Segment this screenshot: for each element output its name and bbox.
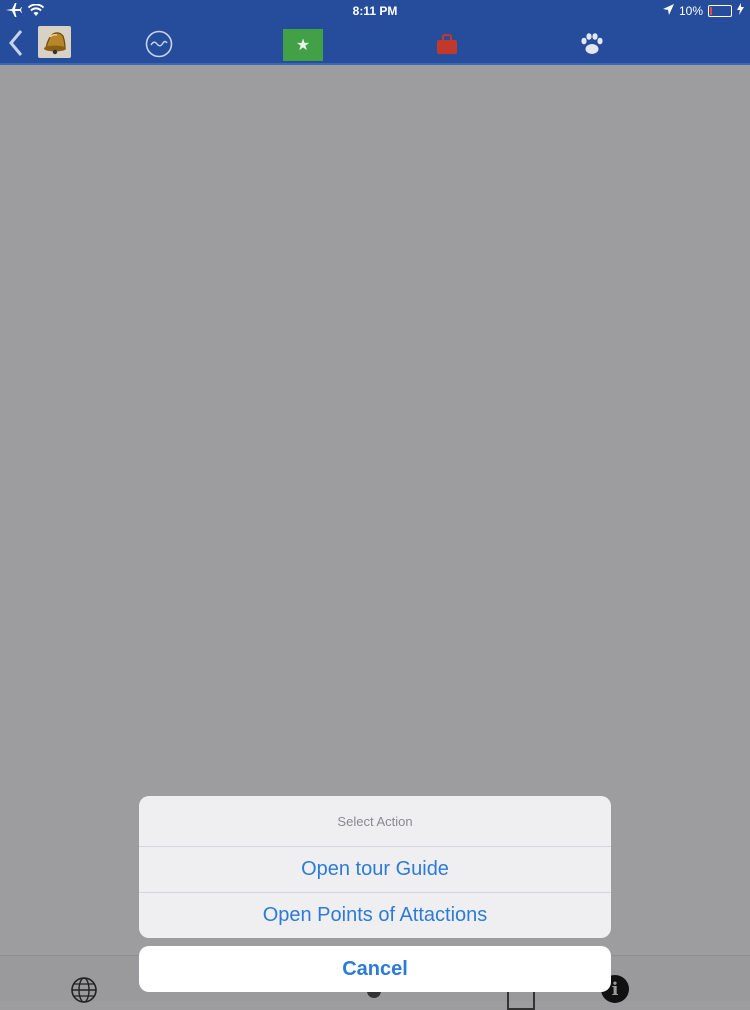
status-right: 10% xyxy=(662,3,744,18)
back-button[interactable] xyxy=(6,28,30,58)
open-points-of-attractions-button[interactable]: Open Points of Attactions xyxy=(139,892,611,938)
star-icon: ★ xyxy=(295,37,311,54)
bag-tab[interactable] xyxy=(435,29,459,59)
nav-bar: ★ xyxy=(0,24,750,63)
bell-icon-button[interactable] xyxy=(38,26,71,58)
star-tab[interactable]: ★ xyxy=(283,29,323,61)
wave-tab[interactable] xyxy=(144,29,174,59)
battery-icon xyxy=(708,4,732,17)
top-bar: 8:11 PM 10% ★ xyxy=(0,0,750,65)
status-time: 8:11 PM xyxy=(352,4,398,18)
chevron-left-icon xyxy=(9,30,23,56)
wave-icon xyxy=(145,30,173,58)
paw-tab[interactable] xyxy=(578,29,606,59)
battery-level xyxy=(710,6,712,15)
open-tour-guide-button[interactable]: Open tour Guide xyxy=(139,847,611,892)
action-sheet-title: Select Action xyxy=(139,796,611,847)
status-bar: 8:11 PM 10% xyxy=(0,0,750,22)
cancel-button[interactable]: Cancel xyxy=(139,946,611,992)
bag-icon xyxy=(437,34,457,54)
bell-icon xyxy=(43,32,66,55)
paw-icon xyxy=(581,33,603,54)
battery-percent: 10% xyxy=(678,3,703,18)
action-sheet: Select Action Open tour Guide Open Point… xyxy=(139,796,611,938)
location-arrow-icon xyxy=(662,3,674,18)
charging-icon xyxy=(737,3,744,18)
